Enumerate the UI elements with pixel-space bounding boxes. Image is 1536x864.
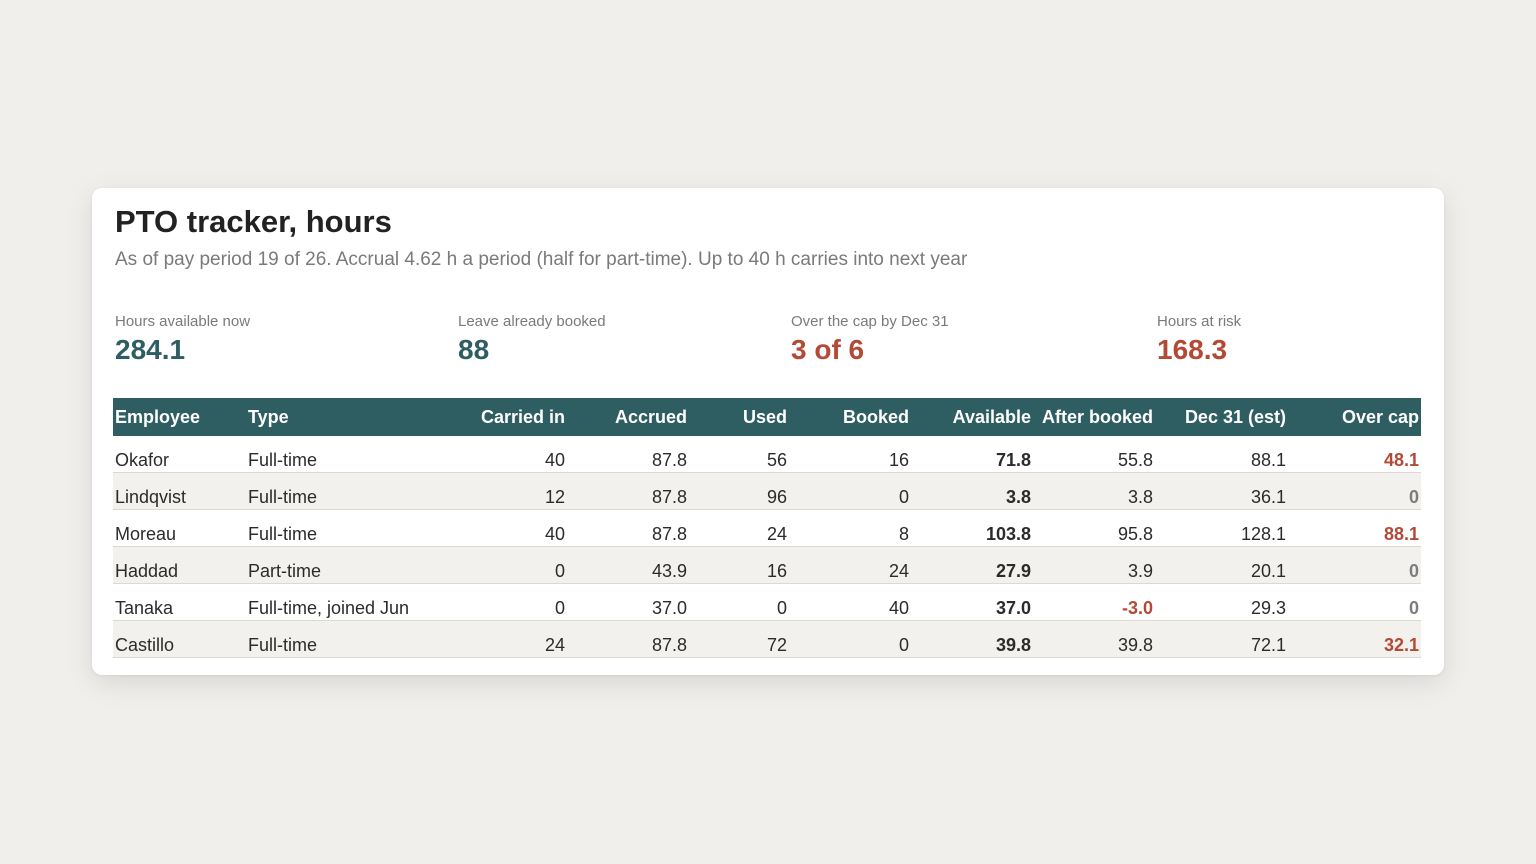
cell-available: 39.8 bbox=[911, 620, 1033, 658]
table-row: Castillo Full-time 24 87.8 72 0 39.8 39.… bbox=[113, 620, 1421, 658]
cell-available: 37.0 bbox=[911, 583, 1033, 621]
pto-table: Employee Type Carried in Accrued Used Bo… bbox=[113, 398, 1421, 658]
col-header-type[interactable]: Type bbox=[246, 398, 466, 436]
cell-booked: 24 bbox=[789, 546, 911, 584]
cell-carried-in: 40 bbox=[466, 509, 567, 547]
col-header-booked[interactable]: Booked bbox=[789, 398, 911, 436]
cell-over-cap: 88.1 bbox=[1288, 509, 1421, 547]
table-row: Okafor Full-time 40 87.8 56 16 71.8 55.8… bbox=[113, 436, 1421, 473]
cell-over-cap: 0 bbox=[1288, 546, 1421, 584]
cell-type: Full-time bbox=[246, 436, 466, 473]
table-header-row: Employee Type Carried in Accrued Used Bo… bbox=[113, 398, 1421, 436]
cell-employee: Haddad bbox=[113, 546, 246, 584]
cell-carried-in: 0 bbox=[466, 583, 567, 621]
cell-type: Full-time bbox=[246, 620, 466, 658]
cell-employee: Okafor bbox=[113, 436, 246, 473]
cell-over-cap: 0 bbox=[1288, 583, 1421, 621]
cell-type: Part-time bbox=[246, 546, 466, 584]
cell-after-booked: 3.8 bbox=[1033, 472, 1155, 510]
kpi-label: Leave already booked bbox=[458, 313, 606, 330]
table-row: Lindqvist Full-time 12 87.8 96 0 3.8 3.8… bbox=[113, 472, 1421, 510]
cell-booked: 0 bbox=[789, 472, 911, 510]
cell-dec31-est: 20.1 bbox=[1155, 546, 1288, 584]
cell-carried-in: 24 bbox=[466, 620, 567, 658]
kpi-leave-booked: Leave already booked 88 bbox=[458, 313, 606, 366]
table-row: Tanaka Full-time, joined Jun 0 37.0 0 40… bbox=[113, 583, 1421, 621]
col-header-used[interactable]: Used bbox=[689, 398, 789, 436]
cell-accrued: 43.9 bbox=[567, 546, 689, 584]
col-header-dec31-est[interactable]: Dec 31 (est) bbox=[1155, 398, 1288, 436]
cell-accrued: 87.8 bbox=[567, 472, 689, 510]
col-header-after-booked[interactable]: After booked bbox=[1033, 398, 1155, 436]
cell-booked: 16 bbox=[789, 436, 911, 473]
cell-after-booked: 95.8 bbox=[1033, 509, 1155, 547]
col-header-employee[interactable]: Employee bbox=[113, 398, 246, 436]
col-header-carried-in[interactable]: Carried in bbox=[466, 398, 567, 436]
kpi-over-cap: Over the cap by Dec 31 3 of 6 bbox=[791, 313, 949, 366]
cell-used: 24 bbox=[689, 509, 789, 547]
cell-dec31-est: 36.1 bbox=[1155, 472, 1288, 510]
cell-carried-in: 40 bbox=[466, 436, 567, 473]
cell-booked: 40 bbox=[789, 583, 911, 621]
cell-type: Full-time, joined Jun bbox=[246, 583, 466, 621]
cell-after-booked: 3.9 bbox=[1033, 546, 1155, 584]
cell-dec31-est: 128.1 bbox=[1155, 509, 1288, 547]
table-row: Haddad Part-time 0 43.9 16 24 27.9 3.9 2… bbox=[113, 546, 1421, 584]
cell-accrued: 37.0 bbox=[567, 583, 689, 621]
page-title: PTO tracker, hours bbox=[115, 204, 392, 239]
cell-type: Full-time bbox=[246, 472, 466, 510]
page-subtitle: As of pay period 19 of 26. Accrual 4.62 … bbox=[115, 249, 968, 270]
col-header-over-cap[interactable]: Over cap bbox=[1288, 398, 1421, 436]
kpi-label: Over the cap by Dec 31 bbox=[791, 313, 949, 330]
kpi-value: 88 bbox=[458, 334, 490, 365]
cell-used: 72 bbox=[689, 620, 789, 658]
cell-used: 96 bbox=[689, 472, 789, 510]
col-header-available[interactable]: Available bbox=[911, 398, 1033, 436]
cell-employee: Moreau bbox=[113, 509, 246, 547]
cell-over-cap: 48.1 bbox=[1288, 436, 1421, 473]
cell-employee: Tanaka bbox=[113, 583, 246, 621]
kpi-value: 168.3 bbox=[1157, 334, 1228, 365]
cell-after-booked: 55.8 bbox=[1033, 436, 1155, 473]
pto-tracker-card: PTO tracker, hours As of pay period 19 o… bbox=[92, 188, 1444, 675]
kpi-label: Hours available now bbox=[115, 313, 251, 330]
cell-over-cap: 32.1 bbox=[1288, 620, 1421, 658]
kpi-value: 3 of 6 bbox=[791, 334, 865, 365]
cell-employee: Lindqvist bbox=[113, 472, 246, 510]
cell-dec31-est: 72.1 bbox=[1155, 620, 1288, 658]
cell-dec31-est: 29.3 bbox=[1155, 583, 1288, 621]
kpi-label: Hours at risk bbox=[1157, 313, 1242, 330]
cell-accrued: 87.8 bbox=[567, 436, 689, 473]
cell-type: Full-time bbox=[246, 509, 466, 547]
table-row: Moreau Full-time 40 87.8 24 8 103.8 95.8… bbox=[113, 509, 1421, 547]
cell-accrued: 87.8 bbox=[567, 620, 689, 658]
cell-dec31-est: 88.1 bbox=[1155, 436, 1288, 473]
cell-over-cap: 0 bbox=[1288, 472, 1421, 510]
cell-available: 103.8 bbox=[911, 509, 1033, 547]
cell-booked: 0 bbox=[789, 620, 911, 658]
cell-employee: Castillo bbox=[113, 620, 246, 658]
cell-used: 0 bbox=[689, 583, 789, 621]
cell-used: 56 bbox=[689, 436, 789, 473]
kpi-hours-at-risk: Hours at risk 168.3 bbox=[1157, 313, 1241, 366]
cell-accrued: 87.8 bbox=[567, 509, 689, 547]
cell-carried-in: 12 bbox=[466, 472, 567, 510]
kpi-value: 284.1 bbox=[115, 334, 186, 365]
cell-carried-in: 0 bbox=[466, 546, 567, 584]
kpi-hours-available: Hours available now 284.1 bbox=[115, 313, 250, 366]
cell-available: 71.8 bbox=[911, 436, 1033, 473]
cell-booked: 8 bbox=[789, 509, 911, 547]
cell-used: 16 bbox=[689, 546, 789, 584]
cell-available: 27.9 bbox=[911, 546, 1033, 584]
cell-after-booked: 39.8 bbox=[1033, 620, 1155, 658]
col-header-accrued[interactable]: Accrued bbox=[567, 398, 689, 436]
cell-available: 3.8 bbox=[911, 472, 1033, 510]
cell-after-booked: -3.0 bbox=[1033, 583, 1155, 621]
